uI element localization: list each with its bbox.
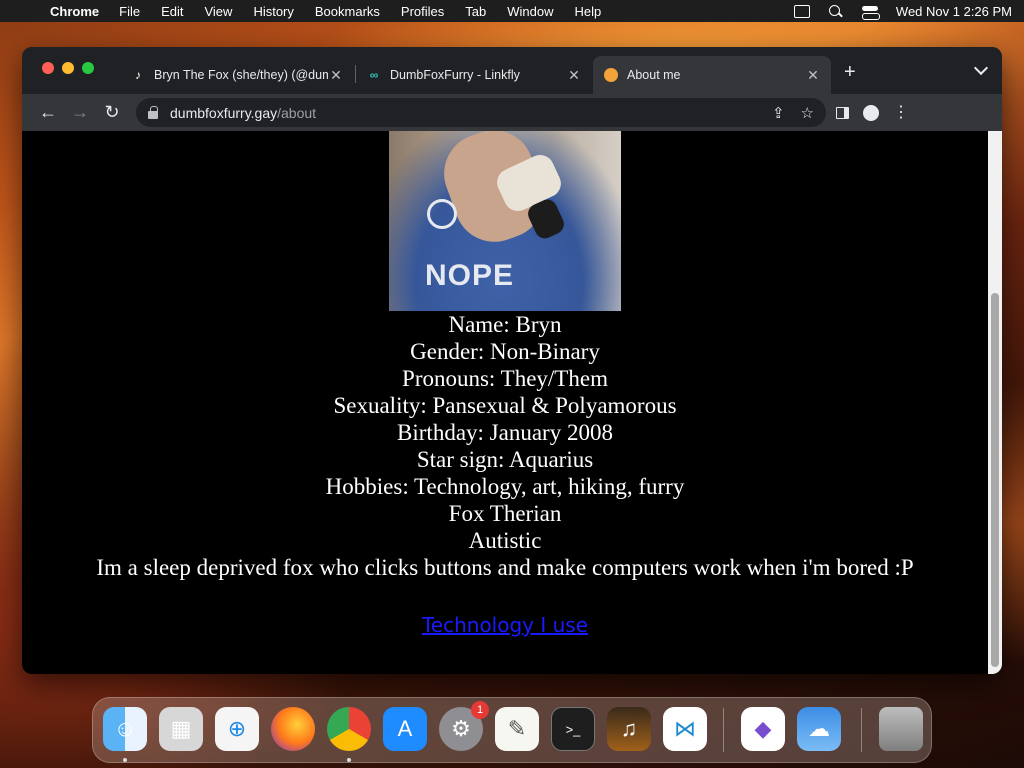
firefox-icon[interactable] (271, 707, 315, 751)
profile-star-sign: Star sign: Aquarius (416, 447, 594, 472)
technology-link[interactable]: Technology I use (422, 612, 588, 639)
menu-history[interactable]: History (253, 4, 293, 19)
safari-icon[interactable]: ⊕ (215, 707, 259, 751)
tab-title: About me (627, 68, 681, 82)
menu-file[interactable]: File (119, 4, 140, 19)
profile-birthday: Birthday: January 2008 (397, 420, 613, 445)
tab-strip: ♪ Bryn The Fox (she/they) (@dumbfoxfurry… (22, 47, 1002, 94)
terminal-icon[interactable]: >_ (551, 707, 595, 751)
spotlight-search-icon[interactable] (828, 4, 844, 18)
garageband-icon[interactable]: ♫ (607, 707, 651, 751)
menu-clock[interactable]: Wed Nov 1 2:26 PM (896, 4, 1012, 19)
share-icon[interactable]: ⇪ (772, 104, 785, 122)
profile-pronouns: Pronouns: They/Them (402, 366, 608, 391)
menu-window[interactable]: Window (507, 4, 553, 19)
menu-bookmarks[interactable]: Bookmarks (315, 4, 380, 19)
tab-title: Bryn The Fox (she/they) (@dumbfoxfurry) (154, 68, 328, 82)
reload-icon[interactable]: ↻ (96, 99, 128, 127)
menu-tab[interactable]: Tab (465, 4, 486, 19)
forward-arrow-icon[interactable]: → (64, 99, 96, 127)
profile-autistic: Autistic (468, 528, 542, 553)
menu-help[interactable]: Help (575, 4, 602, 19)
profile-photo: NOPE (389, 131, 621, 311)
profile-tagline: Im a sleep deprived fox who clicks butto… (96, 555, 914, 580)
tab-close-icon[interactable]: ✕ (805, 67, 821, 84)
menu-app-name[interactable]: Chrome (50, 4, 99, 19)
scrollbar-thumb[interactable] (991, 293, 999, 667)
address-bar[interactable]: dumbfoxfurry.gay/about ⇪ ☆ (136, 98, 826, 127)
profile-avatar-icon[interactable] (863, 104, 879, 121)
maximize-window-button[interactable] (82, 62, 94, 74)
photo-shirt-print: NOPE (425, 259, 515, 292)
tab-tiktok[interactable]: ♪ Bryn The Fox (she/they) (@dumbfoxfurry… (120, 56, 354, 94)
photo-shirt-emblem (427, 199, 457, 229)
notification-badge: 1 (471, 701, 489, 719)
chrome-icon[interactable] (327, 707, 371, 751)
textedit-icon[interactable]: ✎ (495, 707, 539, 751)
browser-window: ♪ Bryn The Fox (she/they) (@dumbfoxfurry… (22, 47, 1002, 674)
minimize-window-button[interactable] (62, 62, 74, 74)
menu-bar: Chrome File Edit View History Bookmarks … (0, 0, 1024, 22)
visual-studio-icon[interactable]: ◆ (741, 707, 785, 751)
window-controls (42, 62, 94, 74)
system-settings-icon[interactable]: ⚙ 1 (439, 701, 489, 751)
side-panel-icon[interactable] (836, 106, 849, 119)
back-arrow-icon[interactable]: ← (32, 99, 64, 127)
close-window-button[interactable] (42, 62, 54, 74)
profile-name: Name: Bryn (448, 312, 562, 337)
profile-therian: Fox Therian (448, 501, 562, 526)
finder-icon[interactable]: ☺ (103, 707, 147, 751)
weather-icon[interactable]: ☁ (797, 707, 841, 751)
new-tab-icon[interactable]: + (844, 61, 856, 84)
about-info: Name: Bryn Gender: Non-Binary Pronouns: … (22, 311, 988, 639)
app-store-icon[interactable]: A (383, 707, 427, 751)
launchpad-icon[interactable]: ▦ (159, 707, 203, 751)
control-center-icon[interactable] (861, 5, 880, 20)
tab-close-icon[interactable]: ✕ (566, 67, 582, 84)
vscode-icon[interactable]: ⋈ (663, 707, 707, 751)
linkfly-icon: ∞ (369, 68, 379, 82)
screen-mirroring-icon[interactable] (793, 4, 810, 18)
terminal-prompt: >_ (565, 721, 581, 737)
lock-icon[interactable] (148, 105, 158, 119)
running-indicator (123, 758, 127, 762)
menu-edit[interactable]: Edit (161, 4, 183, 19)
tab-search-chevron-icon[interactable] (973, 60, 989, 76)
fox-icon (603, 67, 619, 83)
profile-sexuality: Sexuality: Pansexual & Polyamorous (333, 393, 677, 418)
page-content: NOPE Name: Bryn Gender: Non-Binary Prono… (22, 131, 988, 674)
more-options-icon[interactable]: ⋮ (893, 104, 909, 121)
dock: ☺ ▦ ⊕ A ⚙ 1 ✎ >_ ♫ ⋈ ◆ ☁ (92, 697, 932, 763)
url-path: /about (277, 104, 317, 121)
tab-about-me[interactable]: About me ✕ (593, 56, 831, 94)
browser-toolbar: ← → ↻ dumbfoxfurry.gay/about ⇪ ☆ ⋮ (22, 94, 1002, 131)
tiktok-icon: ♪ (135, 68, 141, 82)
dock-divider (723, 708, 724, 752)
profile-gender: Gender: Non-Binary (410, 339, 600, 364)
profile-hobbies: Hobbies: Technology, art, hiking, furry (325, 474, 685, 499)
page-scrollbar[interactable] (988, 131, 1002, 674)
url-host: dumbfoxfurry.gay (170, 104, 278, 121)
running-indicator (347, 758, 351, 762)
menu-view[interactable]: View (204, 4, 232, 19)
bookmark-star-icon[interactable]: ☆ (801, 104, 814, 122)
tab-title: DumbFoxFurry - Linkfly (390, 68, 520, 82)
tab-close-icon[interactable]: ✕ (328, 67, 344, 84)
tab-linkfly[interactable]: ∞ DumbFoxFurry - Linkfly ✕ (356, 56, 592, 94)
menu-profiles[interactable]: Profiles (401, 4, 444, 19)
dock-divider (861, 708, 862, 752)
trash-icon[interactable] (879, 707, 923, 751)
